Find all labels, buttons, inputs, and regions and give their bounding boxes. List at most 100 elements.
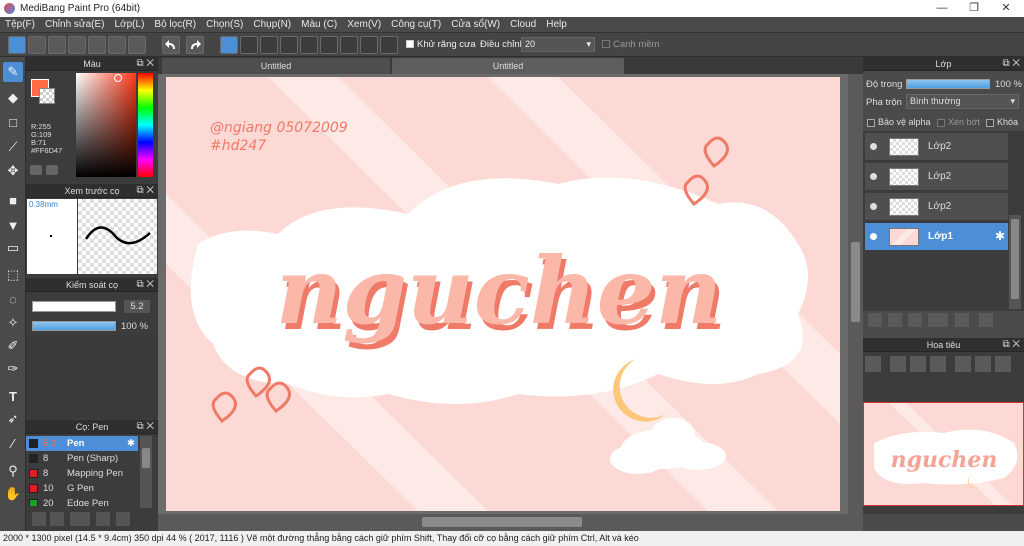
canvas-vertical-scrollbar[interactable] <box>848 74 863 514</box>
brush-item-pen-sharp[interactable]: 8 Pen (Sharp) <box>26 451 138 466</box>
saturation-value-picker[interactable] <box>76 73 136 177</box>
alpha-protect-toggle[interactable]: Bảo vệ alpha <box>867 117 931 127</box>
hue-slider[interactable] <box>138 73 153 177</box>
circle-snap-icon[interactable] <box>320 36 338 54</box>
menu-help[interactable]: Help <box>541 17 572 32</box>
vertical-scroll-thumb[interactable] <box>851 242 860 322</box>
panel-close-icon[interactable]: ⧉ ✕ <box>1002 57 1020 71</box>
zoom-out-icon[interactable] <box>930 356 946 372</box>
rect-fill-tool-icon[interactable]: ■ <box>3 190 23 210</box>
rotate-right-icon[interactable] <box>995 356 1011 372</box>
layer-row[interactable]: Lớp2 <box>865 163 1008 191</box>
menu-layer[interactable]: Lớp(L) <box>110 17 150 32</box>
tab-untitled-2[interactable]: Untitled <box>392 58 624 74</box>
ellipse-snap-icon[interactable] <box>360 36 378 54</box>
smooth-checkbox[interactable] <box>602 40 610 49</box>
snap-off-icon[interactable] <box>220 36 238 54</box>
blend-mode-select[interactable]: Bình thường ▾ <box>906 94 1019 109</box>
menu-color[interactable]: Màu (C) <box>296 17 342 32</box>
menu-snap[interactable]: Chụp(N) <box>248 17 296 32</box>
lock-toggle[interactable]: Khóa <box>986 117 1018 127</box>
gear-icon[interactable]: ✱ <box>127 436 135 451</box>
cloud-icon[interactable] <box>8 36 26 54</box>
copy-layer-icon[interactable] <box>979 313 993 327</box>
menu-window[interactable]: Cửa sổ(W) <box>446 17 505 32</box>
maximize-button[interactable]: ❐ <box>958 0 990 17</box>
select-eraser-tool-icon[interactable]: ✑ <box>3 359 23 379</box>
alpha-protect-checkbox[interactable] <box>867 118 875 127</box>
navigator-preview[interactable]: nguchen <box>863 402 1024 506</box>
palette-small-icon[interactable] <box>46 165 58 175</box>
eyedropper-small-icon[interactable] <box>30 165 42 175</box>
panel-close-icon[interactable]: ⧉ ✕ <box>136 278 154 292</box>
page-list-icon[interactable] <box>108 36 126 54</box>
clip-toggle[interactable]: Xén bớt <box>937 117 980 127</box>
brush-folder-icon[interactable] <box>116 512 130 526</box>
hand-tool-icon[interactable]: ✋ <box>3 484 23 504</box>
redo-icon[interactable] <box>186 36 204 54</box>
undo-icon[interactable] <box>162 36 180 54</box>
brush-item-edge-pen[interactable]: 20 Edge Pen <box>26 496 138 506</box>
text-tool-icon[interactable]: T <box>3 386 23 406</box>
select-pen-tool-icon[interactable]: ✐ <box>3 336 23 356</box>
brush-add-icon[interactable] <box>70 512 90 526</box>
panel-close-icon[interactable]: ⧉ ✕ <box>136 420 154 434</box>
new-8bit-layer-icon[interactable] <box>908 313 922 327</box>
new-halftone-layer-icon[interactable] <box>888 313 902 327</box>
horizontal-scroll-thumb[interactable] <box>422 517 582 527</box>
layer-opacity-slider[interactable] <box>906 79 990 89</box>
menu-edit[interactable]: Chỉnh sửa(E) <box>40 17 110 32</box>
rotate-left-icon[interactable] <box>955 356 971 372</box>
brush-list-scrollbar[interactable] <box>140 436 152 508</box>
layer-list-scrollbar[interactable] <box>1009 215 1021 309</box>
brush-copy-icon[interactable] <box>96 512 110 526</box>
eye-icon[interactable] <box>870 203 877 210</box>
vanish-snap-icon[interactable] <box>280 36 298 54</box>
move-tool-icon[interactable]: ✥ <box>3 161 23 181</box>
antialias-checkbox[interactable] <box>406 40 414 49</box>
menu-cloud[interactable]: Cloud <box>505 17 541 32</box>
panel-close-icon[interactable]: ⧉ ✕ <box>136 57 154 71</box>
snap-settings-icon[interactable] <box>380 36 398 54</box>
parallel-snap-icon[interactable] <box>240 36 258 54</box>
eraser-tool-icon[interactable]: ◆ <box>3 88 23 108</box>
zoom-icon[interactable] <box>865 356 881 372</box>
menu-select[interactable]: Chọn(S) <box>201 17 248 32</box>
radial-snap-icon[interactable] <box>300 36 318 54</box>
share-icon[interactable] <box>28 36 46 54</box>
eye-icon[interactable] <box>870 233 877 240</box>
menu-filter[interactable]: Bộ lọc(R) <box>149 17 201 32</box>
brush-item-pen[interactable]: 5.2 Pen ✱ <box>26 436 138 451</box>
magic-wand-tool-icon[interactable]: ✧ <box>3 313 23 333</box>
line-tool-icon[interactable]: ⟋ <box>3 137 23 157</box>
brush-settings-icon[interactable] <box>32 512 46 526</box>
panel-close-icon[interactable]: ⧉ ✕ <box>136 184 154 198</box>
menu-file[interactable]: Tệp(F) <box>0 17 40 32</box>
grid-icon[interactable] <box>128 36 146 54</box>
canvas-horizontal-scrollbar[interactable] <box>158 514 863 531</box>
gradient-tool-icon[interactable]: ▭ <box>3 238 23 258</box>
new-layer-icon[interactable] <box>868 313 882 327</box>
secondary-color-swatch[interactable] <box>39 88 55 104</box>
tab-untitled-1[interactable]: Untitled <box>162 58 390 74</box>
operation-tool-icon[interactable]: ➶ <box>3 409 23 429</box>
comment-icon[interactable] <box>48 36 66 54</box>
page-icon[interactable] <box>88 36 106 54</box>
eye-icon[interactable] <box>870 173 877 180</box>
brush-tool-icon[interactable]: ✎ <box>3 62 23 82</box>
brush-item-g-pen[interactable]: 10 G Pen <box>26 481 138 496</box>
select-tool-icon[interactable]: ⬚ <box>3 265 23 285</box>
correction-select[interactable]: 20 ▾ <box>521 37 595 52</box>
fit-icon[interactable] <box>910 356 926 372</box>
brush-item-mapping-pen[interactable]: 8 Mapping Pen <box>26 466 138 481</box>
eyedropper-tool-icon[interactable]: ⚲ <box>3 461 23 481</box>
lasso-tool-icon[interactable]: ◌ <box>3 289 23 309</box>
layer-row-selected[interactable]: Lớp1 ✱ <box>865 223 1008 251</box>
clip-checkbox[interactable] <box>937 118 945 127</box>
brush-opacity-slider[interactable] <box>32 321 116 331</box>
panel-close-icon[interactable]: ⧉ ✕ <box>1002 338 1020 352</box>
brush-new-icon[interactable] <box>50 512 64 526</box>
brush-size-value[interactable]: 5.2 <box>124 300 150 313</box>
layer-row[interactable]: Lớp2 <box>865 193 1008 221</box>
divide-tool-icon[interactable]: ⁄ <box>3 433 23 453</box>
